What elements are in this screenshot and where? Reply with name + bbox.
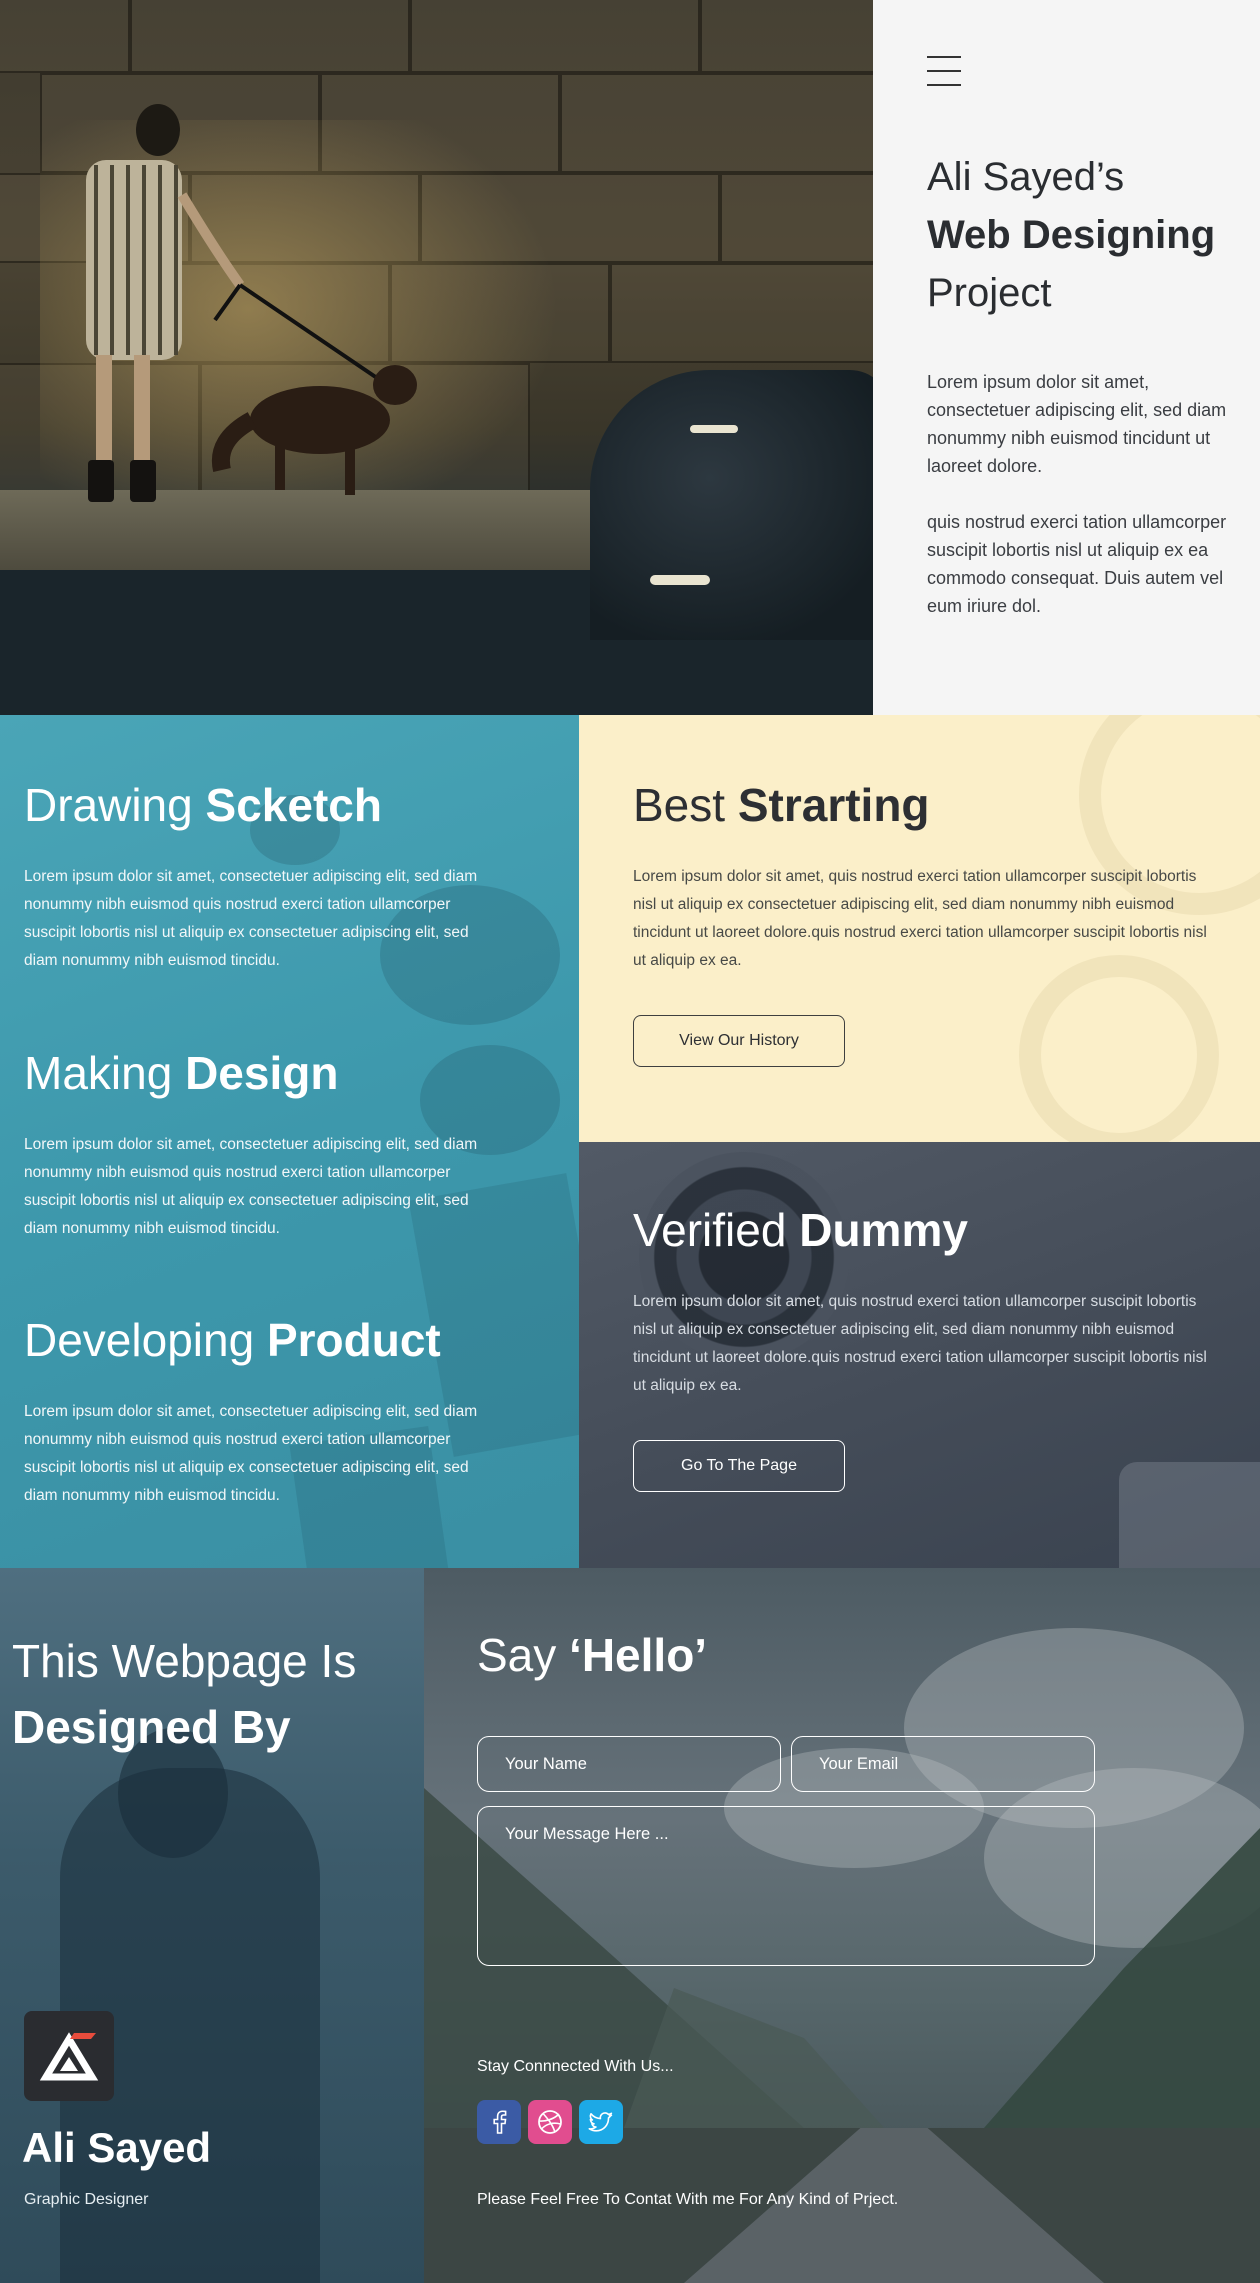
feature-heading-light: Developing (24, 1314, 255, 1366)
twitter-button[interactable] (579, 2100, 623, 2144)
facebook-button[interactable] (477, 2100, 521, 2144)
verified-heading-bold: Dummy (799, 1204, 968, 1256)
best-starting-section: Best Strarting Lorem ipsum dolor sit ame… (579, 715, 1260, 1142)
feature-heading-bold: Design (185, 1047, 339, 1099)
say-hello-bold: ‘Hello’ (569, 1629, 708, 1681)
feature-heading: Drawing Scketch (24, 777, 504, 833)
verified-heading-light: Verified (633, 1204, 787, 1256)
say-hello-heading: Say ‘Hello’ (477, 1628, 707, 1682)
twitter-icon (588, 2112, 613, 2132)
verified-dummy-card: Verified Dummy Lorem ipsum dolor sit ame… (633, 1202, 1223, 1492)
designer-logo (24, 2011, 114, 2101)
hero-paragraph-1: Lorem ipsum dolor sit amet, consectetuer… (927, 372, 1227, 476)
hero-paragraph-2: quis nostrud exerci tation ullamcorper s… (927, 512, 1227, 616)
verified-heading: Verified Dummy (633, 1202, 1223, 1258)
feature-text: Lorem ipsum dolor sit amet, consectetuer… (24, 868, 478, 969)
name-input[interactable] (477, 1736, 781, 1792)
dribbble-button[interactable] (528, 2100, 572, 2144)
verified-text: Lorem ipsum dolor sit amet, quis nostrud… (633, 1293, 1207, 1394)
feature-heading-bold: Product (266, 1314, 441, 1366)
best-heading-bold: Strarting (737, 779, 930, 831)
feature-drawing-sketch: Drawing Scketch Lorem ipsum dolor sit am… (24, 777, 504, 975)
feature-making-design: Making Design Lorem ipsum dolor sit amet… (24, 1045, 504, 1243)
hero-title-line3: Project (927, 271, 1052, 315)
features-section: Drawing Scketch Lorem ipsum dolor sit am… (0, 715, 579, 1568)
best-starting-card: Best Strarting Lorem ipsum dolor sit ame… (633, 777, 1223, 1067)
go-to-page-button[interactable]: Go To The Page (633, 1440, 845, 1492)
designed-by-heading: This Webpage Is Designed By (12, 1628, 356, 1760)
designed-by-line1: This Webpage Is (12, 1635, 357, 1687)
triangle-logo-icon (39, 2032, 99, 2081)
facebook-icon (493, 2110, 507, 2134)
hero-text-panel: Ali Sayed’s Web Designing Project Lorem … (873, 0, 1260, 715)
hero-section: Ali Sayed’s Web Designing Project Lorem … (0, 0, 1260, 715)
dribbble-icon (538, 2110, 562, 2134)
author-role: Graphic Designer (24, 2191, 149, 2208)
email-input[interactable] (791, 1736, 1095, 1792)
verified-dummy-section: Verified Dummy Lorem ipsum dolor sit ame… (579, 1142, 1260, 1568)
view-history-button[interactable]: View Our History (633, 1015, 845, 1067)
hero-title: Ali Sayed’s Web Designing Project (927, 148, 1257, 322)
hero-title-line2: Web Designing (927, 213, 1216, 257)
hero-title-line1: Ali Sayed’s (927, 155, 1125, 199)
feature-heading: Developing Product (24, 1312, 504, 1368)
designed-by-line2: Designed By (12, 1701, 291, 1753)
hero-photo-woman-with-dog (0, 0, 873, 715)
say-hello-light: Say (477, 1629, 557, 1681)
feature-heading-light: Making (24, 1047, 173, 1099)
feature-text: Lorem ipsum dolor sit amet, consectetuer… (24, 1403, 478, 1504)
best-heading: Best Strarting (633, 777, 1223, 833)
feature-developing-product: Developing Product Lorem ipsum dolor sit… (24, 1312, 504, 1510)
feature-heading-bold: Scketch (205, 779, 382, 831)
contact-section: Say ‘Hello’ Stay Connnected With Us... P… (424, 1568, 1260, 2283)
stay-connected-text: Stay Connnected With Us... (477, 2058, 674, 2075)
best-heading-light: Best (633, 779, 726, 831)
feature-text: Lorem ipsum dolor sit amet, consectetuer… (24, 1136, 478, 1237)
feature-heading-light: Drawing (24, 779, 193, 831)
contact-note-text: Please Feel Free To Contat With me For A… (477, 2191, 899, 2208)
feature-heading: Making Design (24, 1045, 504, 1101)
hamburger-menu-icon[interactable] (927, 56, 961, 86)
designer-section: This Webpage Is Designed By Ali Sayed Gr… (0, 1568, 424, 2283)
best-text: Lorem ipsum dolor sit amet, quis nostrud… (633, 868, 1207, 969)
message-textarea[interactable] (477, 1806, 1095, 1966)
author-name: Ali Sayed (22, 2124, 212, 2171)
